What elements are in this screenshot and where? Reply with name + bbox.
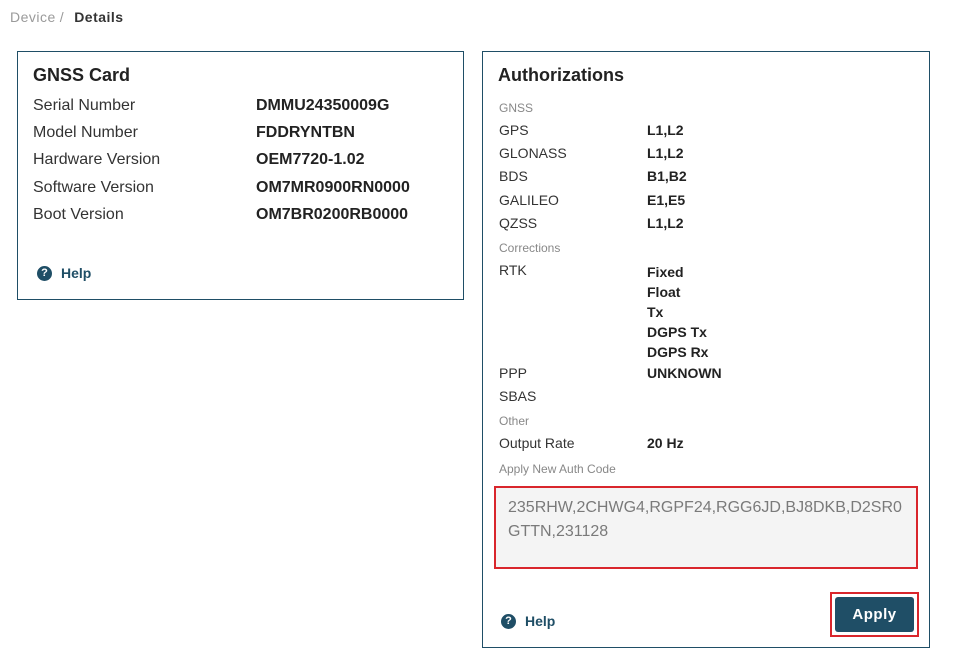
gnss-card-title: GNSS Card [33,65,131,85]
model-number-label: Model Number [33,124,138,141]
model-number-value: FDDRYNTBN [256,124,355,141]
auth-code-input[interactable]: 235RHW,2CHWG4,RGPF24,RGG6JD,BJ8DKB,D2SR0… [496,488,916,567]
authorizations-card: Authorizations GNSS GPS L1,L2 GLONASS L1… [482,51,930,648]
qzss-label: QZSS [499,215,538,231]
software-version-label: Software Version [33,179,154,196]
other-section-label: Other [499,414,530,428]
gnss-section-label: GNSS [499,101,534,115]
model-number-row: Model Number FDDRYNTBN [33,124,453,146]
software-version-value: OM7MR0900RN0000 [256,179,410,196]
rtk-value-fixed: Fixed [647,264,684,280]
galileo-label: GALILEO [499,192,559,208]
glonass-label: GLONASS [499,145,567,161]
breadcrumb-current: Details [74,9,124,25]
question-circle-icon: ? [501,613,516,629]
boot-version-label: Boot Version [33,206,124,223]
auth-help-label: Help [525,613,556,629]
auth-code-input-wrapper: 235RHW,2CHWG4,RGPF24,RGG6JD,BJ8DKB,D2SR0… [494,486,918,569]
rtk-value-dgps-rx: DGPS Rx [647,344,709,360]
corrections-section-label: Corrections [499,241,561,255]
rtk-label: RTK [499,262,527,278]
question-circle-icon: ? [37,265,52,281]
output-rate-value: 20 Hz [647,435,684,451]
rtk-values: Fixed Float Tx DGPS Tx DGPS Rx [647,262,708,362]
ppp-label: PPP [499,365,528,381]
breadcrumb-device-link[interactable]: Device [10,9,56,25]
hardware-version-value: OEM7720-1.02 [256,151,365,168]
serial-number-value: DMMU24350009G [256,97,390,114]
bds-value: B1,B2 [647,168,687,184]
ppp-value: UNKNOWN [647,365,722,381]
gps-value: L1,L2 [647,122,684,138]
galileo-value: E1,E5 [647,192,686,208]
gnss-card: GNSS Card Serial Number DMMU24350009G Mo… [17,51,464,300]
rtk-value-float: Float [647,284,681,300]
software-version-row: Software Version OM7MR0900RN0000 [33,179,453,201]
qzss-value: L1,L2 [647,215,684,231]
hardware-version-row: Hardware Version OEM7720-1.02 [33,151,453,173]
rtk-value-tx: Tx [647,304,664,320]
apply-auth-code-section-label: Apply New Auth Code [499,462,616,476]
boot-version-value: OM7BR0200RB0000 [256,206,409,223]
auth-help-link[interactable]: ? Help [501,613,555,629]
boot-version-row: Boot Version OM7BR0200RB0000 [33,206,453,228]
apply-button-highlight: Apply [830,592,919,637]
serial-number-label: Serial Number [33,97,136,114]
sbas-label: SBAS [499,388,537,404]
output-rate-label: Output Rate [499,435,575,451]
gnss-help-link[interactable]: ? Help [37,265,91,281]
serial-number-row: Serial Number DMMU24350009G [33,97,453,119]
hardware-version-label: Hardware Version [33,151,161,168]
authorizations-card-title: Authorizations [498,65,624,85]
gps-label: GPS [499,122,529,138]
apply-button[interactable]: Apply [835,597,914,632]
glonass-value: L1,L2 [647,145,684,161]
breadcrumb: Device / Details [10,9,124,25]
gnss-help-label: Help [61,265,92,281]
breadcrumb-separator: / [59,9,65,25]
rtk-value-dgps-tx: DGPS Tx [647,324,707,340]
bds-label: BDS [499,168,528,184]
